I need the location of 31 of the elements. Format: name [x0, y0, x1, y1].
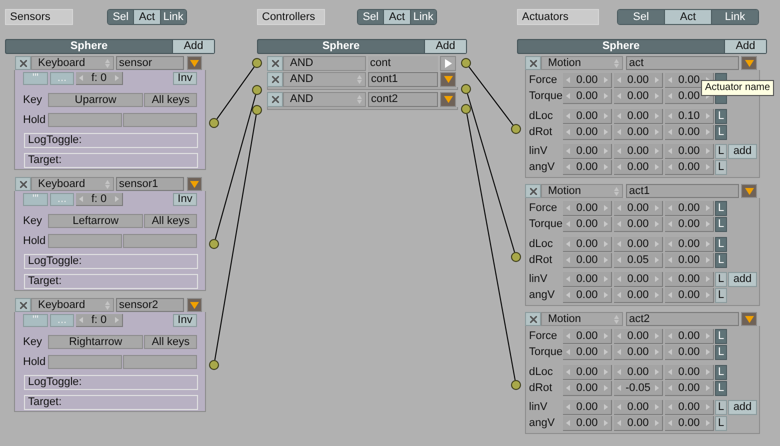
row-label: Force — [529, 329, 558, 344]
row-label: Hold — [23, 234, 47, 248]
row-label: dLoc — [529, 109, 554, 124]
row-label: Hold — [23, 113, 47, 127]
row-label: Torque — [529, 89, 563, 104]
object-name: Sphere — [601, 40, 641, 53]
row-label: dRot — [529, 381, 554, 396]
row-label: Key — [23, 93, 43, 107]
row-label: linV — [529, 144, 548, 159]
row-label: Torque — [529, 217, 563, 232]
tooltip: Actuator name — [701, 80, 774, 96]
row-label: linV — [529, 400, 548, 415]
row-label: angV — [529, 288, 556, 303]
object-name: Sphere — [321, 40, 361, 53]
panel-title: Sensors — [5, 9, 73, 25]
row-label: dLoc — [529, 365, 554, 380]
row-label: dRot — [529, 125, 554, 140]
row-label: linV — [529, 272, 548, 287]
row-label: Torque — [529, 345, 563, 360]
row-label: Hold — [23, 355, 47, 369]
row-label: Force — [529, 201, 558, 216]
row-label: dRot — [529, 253, 554, 268]
row-label: dLoc — [529, 237, 554, 252]
object-name: Sphere — [69, 40, 109, 53]
row-label: Key — [23, 335, 43, 349]
row-label: angV — [529, 160, 556, 175]
row-label: Key — [23, 214, 43, 228]
panel-title: Actuators — [517, 9, 599, 25]
row-label: Force — [529, 73, 558, 88]
row-label: angV — [529, 416, 556, 431]
panel-title: Controllers — [257, 9, 325, 25]
